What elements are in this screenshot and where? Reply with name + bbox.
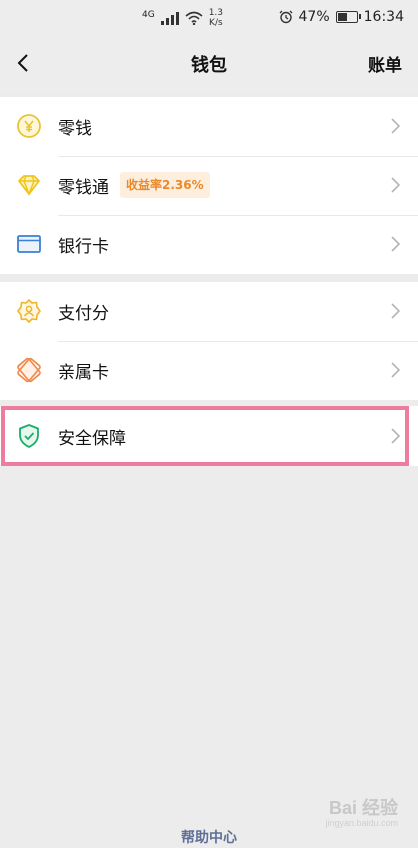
menu-item-lingqiantong[interactable]: 零钱通 收益率2.36%: [0, 156, 418, 215]
chevron-right-icon: [391, 236, 400, 252]
shield-check-icon: [19, 424, 39, 448]
status-network: 4G 1.3 K/s: [142, 8, 223, 28]
wallet-group-2: 支付分 亲属卡: [0, 282, 418, 400]
wallet-group-1: 零钱 零钱通 收益率2.36% 银行卡: [0, 97, 418, 274]
diamond-icon: [18, 175, 40, 196]
menu-item-security[interactable]: 安全保障: [0, 406, 418, 466]
family-card-icon: [17, 357, 41, 383]
menu-item-change[interactable]: 零钱: [0, 97, 418, 156]
menu-item-label: 零钱通: [58, 178, 109, 198]
menu-item-family-card[interactable]: 亲属卡: [0, 341, 418, 400]
chevron-right-icon: [391, 118, 400, 134]
network-type: 4G: [142, 10, 155, 20]
nav-bar: 钱包 账单: [0, 36, 418, 92]
menu-item-bank-card[interactable]: 银行卡: [0, 215, 418, 274]
menu-item-pay-score[interactable]: 支付分: [0, 282, 418, 341]
signal-icon: [160, 11, 179, 25]
help-center-link[interactable]: 帮助中心: [0, 827, 418, 847]
menu-item-label: 银行卡: [58, 237, 109, 257]
menu-item-label: 支付分: [58, 304, 109, 324]
speed-value: 1.3: [208, 8, 224, 18]
chevron-right-icon: [391, 362, 400, 378]
speed-unit: K/s: [209, 18, 223, 28]
battery-icon: [335, 11, 361, 23]
network-speed: 1.3 K/s: [209, 8, 223, 28]
alarm-icon: [279, 10, 292, 24]
wifi-icon: [185, 11, 203, 25]
chevron-right-icon: [391, 177, 400, 193]
yuan-coin-icon: [17, 114, 41, 138]
chevron-right-icon: [391, 303, 400, 319]
baidu-watermark: Bai 经验: [328, 798, 398, 818]
status-bar: 4G 1.3 K/s 47% 16:34: [0, 0, 418, 36]
status-right: 47% 16:34: [279, 9, 404, 25]
menu-item-label: 亲属卡: [58, 363, 109, 383]
clock: 16:34: [363, 9, 404, 25]
bill-button[interactable]: 账单: [368, 51, 402, 76]
score-badge-icon: [17, 299, 41, 323]
chevron-right-icon: [391, 428, 400, 444]
menu-item-label: 安全保障: [58, 429, 126, 449]
battery-percent: 47%: [298, 9, 330, 25]
page-title: 钱包: [191, 55, 227, 76]
menu-item-label: 零钱: [58, 119, 92, 139]
wallet-group-3: 安全保障: [0, 406, 418, 466]
bank-card-icon: [17, 235, 41, 253]
yield-rate-badge: 收益率2.36%: [120, 172, 210, 198]
